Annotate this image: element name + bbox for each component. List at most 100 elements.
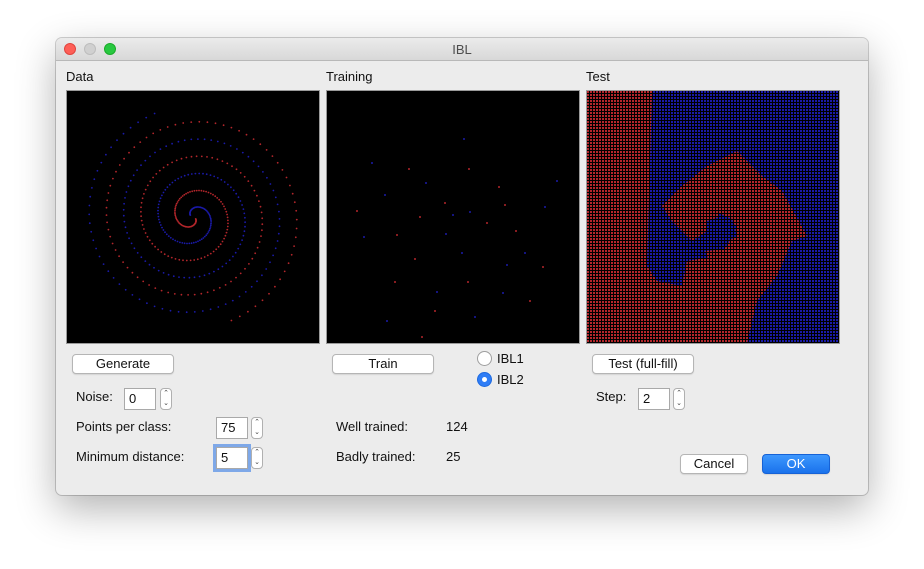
train-button[interactable]: Train <box>332 354 434 374</box>
data-point <box>90 230 93 233</box>
data-point <box>234 251 237 254</box>
noise-field[interactable]: 0 <box>124 388 156 410</box>
stepper-up-icon[interactable]: ⌃ <box>161 389 171 399</box>
data-point <box>203 256 206 258</box>
data-point <box>281 169 284 171</box>
cancel-button[interactable]: Cancel <box>680 454 748 474</box>
stepper-up-icon[interactable]: ⌃ <box>252 448 262 458</box>
data-point <box>172 275 175 278</box>
data-point <box>211 156 214 159</box>
data-point <box>189 191 191 193</box>
data-point <box>190 242 193 245</box>
data-point <box>141 197 144 200</box>
data-point <box>143 228 145 230</box>
data-point <box>248 263 250 265</box>
data-point <box>151 242 154 245</box>
noise-stepper[interactable]: ⌃ ⌄ <box>160 388 172 410</box>
data-point <box>256 194 258 197</box>
stepper-down-icon[interactable]: ⌄ <box>674 399 684 409</box>
generate-button[interactable]: Generate <box>72 354 174 374</box>
data-point <box>174 216 177 218</box>
data-point <box>226 216 229 219</box>
data-point <box>166 163 169 166</box>
data-point <box>218 198 221 201</box>
data-point <box>148 284 150 286</box>
data-point <box>200 257 203 260</box>
data-point <box>197 138 199 140</box>
data-point <box>174 207 177 210</box>
data-point <box>167 255 170 257</box>
test-region-plot <box>587 91 839 343</box>
stepper-up-icon[interactable]: ⌃ <box>674 389 684 399</box>
data-point <box>217 245 220 248</box>
data-point <box>251 257 254 260</box>
data-point <box>123 202 125 205</box>
training-points-plot <box>356 138 558 338</box>
training-point <box>469 211 471 213</box>
stepper-up-icon[interactable]: ⌃ <box>252 418 262 428</box>
data-point <box>140 201 143 204</box>
data-point <box>170 256 173 259</box>
training-panel-label: Training <box>326 69 373 84</box>
data-point <box>214 122 217 125</box>
data-point <box>174 258 177 260</box>
data-point <box>105 153 107 156</box>
data-point <box>180 176 183 178</box>
data-point <box>154 151 156 154</box>
stepper-down-icon[interactable]: ⌄ <box>252 428 262 438</box>
data-point <box>146 184 149 187</box>
data-point <box>126 232 128 234</box>
data-point <box>171 161 173 164</box>
data-point <box>177 177 180 180</box>
data-point <box>260 235 262 238</box>
data-point <box>146 235 149 238</box>
data-point <box>153 112 156 115</box>
data-point <box>154 287 157 289</box>
training-point <box>421 336 423 338</box>
training-point <box>474 316 476 318</box>
data-point <box>209 224 212 227</box>
stepper-down-icon[interactable]: ⌄ <box>252 458 262 468</box>
data-point <box>227 219 229 222</box>
data-point <box>205 234 208 237</box>
data-point <box>244 221 247 224</box>
step-stepper[interactable]: ⌃ ⌄ <box>673 388 685 410</box>
data-point <box>148 263 151 266</box>
data-point <box>174 179 177 182</box>
data-point <box>208 229 211 232</box>
data-point <box>122 214 125 217</box>
test-canvas[interactable] <box>586 90 840 344</box>
points-per-class-field[interactable]: 75 <box>216 417 248 439</box>
stepper-down-icon[interactable]: ⌄ <box>161 399 171 409</box>
data-point <box>159 148 162 150</box>
test-full-fill-button[interactable]: Test (full-fill) <box>592 354 694 374</box>
minimum-distance-stepper[interactable]: ⌃ ⌄ <box>251 447 263 469</box>
data-point <box>283 270 286 273</box>
ibl2-radio[interactable] <box>477 372 492 387</box>
data-point <box>141 224 144 226</box>
data-point <box>293 245 295 248</box>
data-point <box>258 241 261 243</box>
minimum-distance-field[interactable]: 5 <box>213 444 251 472</box>
data-point <box>285 176 288 179</box>
data-point <box>174 123 177 126</box>
ok-button[interactable]: OK <box>762 454 830 474</box>
data-point <box>129 179 132 182</box>
data-point <box>230 319 233 322</box>
ibl1-radio[interactable] <box>477 351 492 366</box>
training-canvas[interactable] <box>326 90 580 344</box>
data-point <box>178 276 180 278</box>
data-point <box>183 174 186 177</box>
data-canvas[interactable] <box>66 90 320 344</box>
data-point <box>231 299 234 302</box>
data-point <box>230 186 232 189</box>
step-field[interactable]: 2 <box>638 388 670 410</box>
data-point <box>136 169 138 171</box>
data-point <box>186 242 188 245</box>
data-point <box>171 181 174 184</box>
data-point <box>226 162 229 165</box>
data-point <box>181 242 184 244</box>
data-point <box>254 305 257 308</box>
data-point <box>106 199 109 202</box>
points-per-class-stepper[interactable]: ⌃ ⌄ <box>251 417 263 439</box>
